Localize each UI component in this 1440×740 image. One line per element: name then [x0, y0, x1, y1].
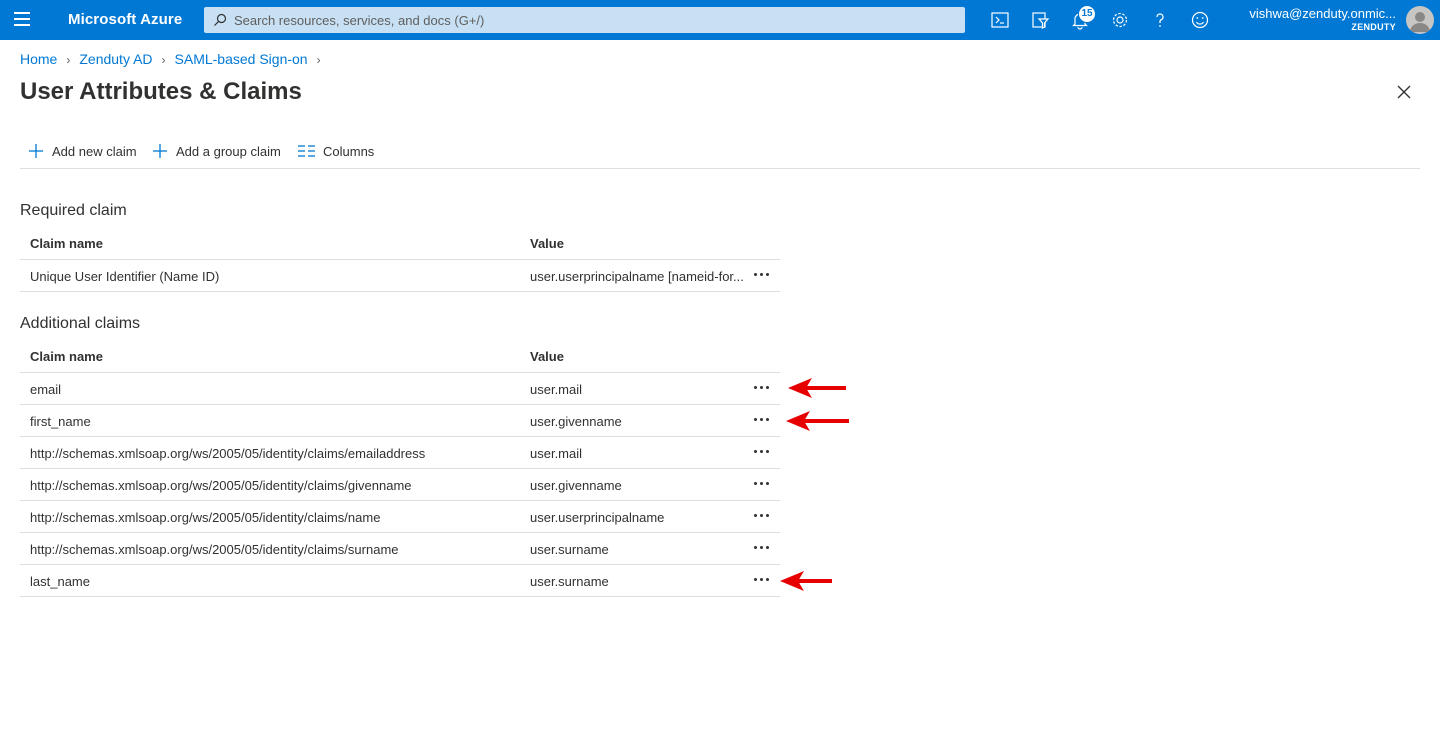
- user-avatar-icon: [1410, 12, 1430, 32]
- claim-value: user.givenname: [530, 478, 622, 493]
- claim-name: first_name: [30, 414, 91, 429]
- claim-name: http://schemas.xmlsoap.org/ws/2005/05/id…: [30, 510, 381, 525]
- table-row[interactable]: last_name user.surname: [20, 565, 780, 597]
- more-options-icon[interactable]: [748, 409, 776, 431]
- required-claim-title: Required claim: [20, 202, 127, 219]
- search-icon: [214, 13, 227, 26]
- table-row[interactable]: http://schemas.xmlsoap.org/ws/2005/05/id…: [20, 501, 780, 533]
- claim-name: http://schemas.xmlsoap.org/ws/2005/05/id…: [30, 446, 426, 461]
- additional-claims-title: Additional claims: [20, 315, 141, 332]
- table-header: Claim name Value: [20, 227, 780, 260]
- more-options-icon[interactable]: [748, 569, 776, 591]
- breadcrumb-home[interactable]: Home: [20, 51, 57, 67]
- menu-icon[interactable]: [14, 12, 34, 28]
- table-row[interactable]: http://schemas.xmlsoap.org/ws/2005/05/id…: [20, 437, 780, 469]
- settings-gear-icon[interactable]: [1110, 10, 1130, 30]
- table-row[interactable]: first_name user.givenname: [20, 405, 780, 437]
- claim-name: email: [30, 382, 62, 397]
- additional-claims-table: Claim name Value email user.mail first_n…: [20, 340, 780, 597]
- claim-value: user.userprincipalname: [530, 510, 665, 525]
- more-options-icon[interactable]: [748, 505, 776, 527]
- search-box[interactable]: [204, 7, 965, 33]
- claim-name: http://schemas.xmlsoap.org/ws/2005/05/id…: [30, 478, 412, 493]
- columns-label: Columns: [323, 143, 375, 159]
- add-group-claim-button[interactable]: Add a group claim: [152, 140, 281, 162]
- claim-value: user.surname: [530, 574, 609, 589]
- account-email: vishwa@zenduty.onmic...: [1249, 6, 1396, 21]
- table-row[interactable]: http://schemas.xmlsoap.org/ws/2005/05/id…: [20, 469, 780, 501]
- claim-value: user.mail: [530, 382, 583, 397]
- avatar[interactable]: [1406, 6, 1434, 34]
- required-claims-table: Claim name Value Unique User Identifier …: [20, 227, 780, 292]
- more-options-icon[interactable]: [748, 441, 776, 463]
- directory-filter-icon[interactable]: [1030, 10, 1050, 30]
- more-options-icon[interactable]: [748, 264, 776, 286]
- claim-value: user.givenname: [530, 414, 622, 429]
- top-bar: Microsoft Azure 15 vishwa@zenduty.onmic.…: [0, 0, 1440, 40]
- search-input[interactable]: [234, 10, 954, 30]
- chevron-right-icon: ›: [66, 53, 71, 67]
- add-new-claim-label: Add new claim: [52, 143, 137, 159]
- columns-icon: [298, 145, 315, 157]
- account-tenant: ZENDUTY: [1351, 22, 1396, 32]
- annotation-arrow-icon: [780, 571, 832, 591]
- column-header-claim-name[interactable]: Claim name: [30, 236, 520, 251]
- claim-value: user.userprincipalname [nameid-for...: [530, 269, 744, 284]
- more-options-icon[interactable]: [748, 473, 776, 495]
- plus-icon: [153, 144, 167, 158]
- claim-name: http://schemas.xmlsoap.org/ws/2005/05/id…: [30, 542, 399, 557]
- add-group-claim-label: Add a group claim: [176, 143, 281, 159]
- more-options-icon[interactable]: [748, 537, 776, 559]
- command-bar: Add new claim Add a group claim Columns: [20, 140, 1420, 169]
- table-row[interactable]: http://schemas.xmlsoap.org/ws/2005/05/id…: [20, 533, 780, 565]
- chevron-right-icon: ›: [161, 53, 166, 67]
- feedback-smiley-icon[interactable]: [1190, 10, 1210, 30]
- notifications-badge: 15: [1078, 5, 1096, 23]
- column-header-value[interactable]: Value: [530, 349, 744, 364]
- column-header-claim-name[interactable]: Claim name: [30, 349, 520, 364]
- close-icon[interactable]: [1394, 82, 1414, 102]
- brand-title[interactable]: Microsoft Azure: [68, 11, 182, 28]
- claim-name: Unique User Identifier (Name ID): [30, 269, 220, 284]
- more-options-icon[interactable]: [748, 377, 776, 399]
- cloud-shell-icon[interactable]: [990, 10, 1010, 30]
- table-row[interactable]: email user.mail: [20, 373, 780, 405]
- account-menu[interactable]: vishwa@zenduty.onmic... ZENDUTY: [1249, 6, 1396, 32]
- help-icon[interactable]: [1150, 10, 1170, 30]
- claim-value: user.surname: [530, 542, 609, 557]
- page-title: User Attributes & Claims: [20, 78, 302, 105]
- annotation-arrow-icon: [786, 411, 849, 431]
- claim-name: last_name: [30, 574, 90, 589]
- breadcrumb-zenduty-ad[interactable]: Zenduty AD: [79, 51, 152, 67]
- claim-value: user.mail: [530, 446, 583, 461]
- add-new-claim-button[interactable]: Add new claim: [28, 140, 137, 162]
- column-header-value[interactable]: Value: [530, 236, 744, 251]
- table-header: Claim name Value: [20, 340, 780, 373]
- plus-icon: [29, 144, 43, 158]
- chevron-right-icon: ›: [316, 53, 321, 67]
- columns-button[interactable]: Columns: [298, 140, 374, 162]
- breadcrumb-saml-sign-on[interactable]: SAML-based Sign-on: [175, 51, 308, 67]
- table-row[interactable]: Unique User Identifier (Name ID) user.us…: [20, 260, 780, 292]
- breadcrumb: Home › Zenduty AD › SAML-based Sign-on ›: [20, 51, 330, 67]
- annotation-arrow-icon: [788, 378, 846, 398]
